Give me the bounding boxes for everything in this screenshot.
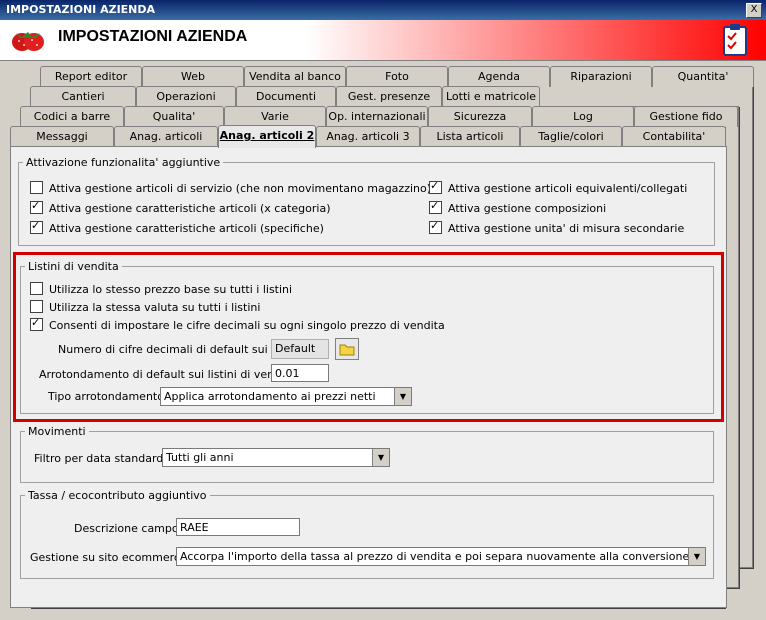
strawberry-logo-icon <box>12 32 44 51</box>
tab-anag-articoli-2[interactable]: Anag. articoli 2 <box>218 125 316 148</box>
descrizione-campo-field[interactable]: RAEE <box>176 518 300 536</box>
select-value: Accorpa l'importo della tassa al prezzo … <box>180 550 705 563</box>
close-button[interactable]: X <box>746 3 762 18</box>
group-movimenti-legend: Movimenti <box>28 425 86 438</box>
group-tassa-legend: Tassa / ecocontributo aggiuntivo <box>28 489 207 502</box>
tab-qualita[interactable]: Qualita' <box>124 106 224 127</box>
tab-report-editor[interactable]: Report editor <box>40 66 142 87</box>
tab-riparazioni[interactable]: Riparazioni <box>550 66 652 87</box>
filtro-data-label: Filtro per data standard : <box>34 452 171 465</box>
checkbox-label: Utilizza lo stesso prezzo base su tutti … <box>49 283 293 296</box>
checkbox-caratteristiche-categoria[interactable]: Attiva gestione caratteristiche articoli… <box>30 199 331 215</box>
checklist-clipboard-icon <box>723 24 747 56</box>
checkbox-stesso-prezzo-base[interactable]: Utilizza lo stesso prezzo base su tutti … <box>30 282 292 296</box>
tipo-arrotondamento-select[interactable]: Applica arrotondamento ai prezzi netti ▼ <box>160 387 412 406</box>
tab-anag-articoli-3[interactable]: Anag. articoli 3 <box>316 126 420 147</box>
checkbox-box[interactable] <box>30 316 43 331</box>
arrotondamento-label: Arrotondamento di default sui listini di… <box>39 368 303 381</box>
tab-quantita[interactable]: Quantita' <box>652 66 754 87</box>
checkbox-label: Attiva gestione unita' di misura seconda… <box>448 222 685 235</box>
tab-varie[interactable]: Varie <box>224 106 326 127</box>
tab-cantieri[interactable]: Cantieri <box>30 86 136 107</box>
tab-operazioni[interactable]: Operazioni <box>136 86 236 107</box>
checkbox-cifre-decimali[interactable]: Consenti di impostare le cifre decimali … <box>30 316 445 332</box>
checkbox-label: Attiva gestione caratteristiche articoli… <box>49 202 331 215</box>
tab-op-internazionali[interactable]: Op. internazionali <box>326 106 428 127</box>
tab-sicurezza[interactable]: Sicurezza <box>428 106 532 127</box>
checkbox-label: Attiva gestione composizioni <box>448 202 607 215</box>
tab-foto[interactable]: Foto <box>346 66 448 87</box>
filtro-data-select[interactable]: Tutti gli anni ▼ <box>162 448 390 467</box>
checkbox-box[interactable] <box>429 179 442 194</box>
checkbox-stessa-valuta[interactable]: Utilizza la stessa valuta su tutti i lis… <box>30 300 260 314</box>
checkbox-box[interactable] <box>30 181 43 194</box>
header-banner: IMPOSTAZIONI AZIENDA <box>0 20 766 61</box>
checkbox-box[interactable] <box>429 199 442 214</box>
group-attivazione-legend: Attivazione funzionalita' aggiuntive <box>26 156 221 169</box>
tab-contabilita[interactable]: Contabilita' <box>622 126 726 147</box>
checkbox-label: Utilizza la stessa valuta su tutti i lis… <box>49 301 261 314</box>
tab-lotti-e-matricole[interactable]: Lotti e matricole <box>442 86 540 107</box>
select-value: Tutti gli anni <box>166 451 234 464</box>
checkbox-box[interactable] <box>30 219 43 234</box>
tab-gest-presenze[interactable]: Gest. presenze <box>336 86 442 107</box>
tipo-arrotondamento-label: Tipo arrotondamento : <box>48 390 172 403</box>
chevron-down-icon[interactable]: ▼ <box>394 388 411 405</box>
select-value: Applica arrotondamento ai prezzi netti <box>164 390 376 403</box>
tab-lista-articoli[interactable]: Lista articoli <box>420 126 520 147</box>
checkbox-label: Attiva gestione articoli equivalenti/col… <box>448 182 688 195</box>
arrotondamento-field[interactable]: 0.01 <box>271 364 329 382</box>
tab-web[interactable]: Web <box>142 66 244 87</box>
decimali-browse-button[interactable] <box>335 338 359 360</box>
checkbox-box[interactable] <box>429 219 442 234</box>
window-titlebar: IMPOSTAZIONI AZIENDA X <box>0 0 766 20</box>
gestione-ecommerce-label: Gestione su sito ecommerce : <box>30 551 194 564</box>
tab-messaggi[interactable]: Messaggi <box>10 126 114 147</box>
checkbox-articoli-equivalenti[interactable]: Attiva gestione articoli equivalenti/col… <box>429 179 688 195</box>
chevron-down-icon[interactable]: ▼ <box>372 449 389 466</box>
checkbox-unita-misura-secondarie[interactable]: Attiva gestione unita' di misura seconda… <box>429 219 685 235</box>
window-title: IMPOSTAZIONI AZIENDA <box>6 3 156 16</box>
tab-documenti[interactable]: Documenti <box>236 86 336 107</box>
checkbox-label: Attiva gestione articoli di servizio (ch… <box>49 182 432 195</box>
checkbox-box[interactable] <box>30 300 43 313</box>
gestione-ecommerce-select[interactable]: Accorpa l'importo della tassa al prezzo … <box>176 547 706 566</box>
tab-codici-a-barre[interactable]: Codici a barre <box>20 106 124 127</box>
tab-vendita-al-banco[interactable]: Vendita al banco <box>244 66 346 87</box>
header-title: IMPOSTAZIONI AZIENDA <box>58 28 248 45</box>
folder-icon <box>339 344 355 356</box>
group-listini-legend: Listini di vendita <box>28 260 119 273</box>
tab-gestione-fido[interactable]: Gestione fido <box>634 106 738 127</box>
checkbox-label: Attiva gestione caratteristiche articoli… <box>49 222 324 235</box>
decimali-field[interactable]: Default <box>271 339 329 359</box>
checkbox-box[interactable] <box>30 199 43 214</box>
checkbox-articoli-servizio[interactable]: Attiva gestione articoli di servizio (ch… <box>30 181 431 195</box>
checkbox-caratteristiche-specifiche[interactable]: Attiva gestione caratteristiche articoli… <box>30 219 324 235</box>
tab-log[interactable]: Log <box>532 106 634 127</box>
tab-taglie-colori[interactable]: Taglie/colori <box>520 126 622 147</box>
checkbox-label: Consenti di impostare le cifre decimali … <box>49 319 445 332</box>
descrizione-campo-label: Descrizione campo : <box>74 522 186 535</box>
checkbox-box[interactable] <box>30 282 43 295</box>
checkbox-composizioni[interactable]: Attiva gestione composizioni <box>429 199 607 215</box>
tab-agenda[interactable]: Agenda <box>448 66 550 87</box>
tab-anag-articoli[interactable]: Anag. articoli <box>114 126 218 147</box>
chevron-down-icon[interactable]: ▼ <box>688 548 705 565</box>
